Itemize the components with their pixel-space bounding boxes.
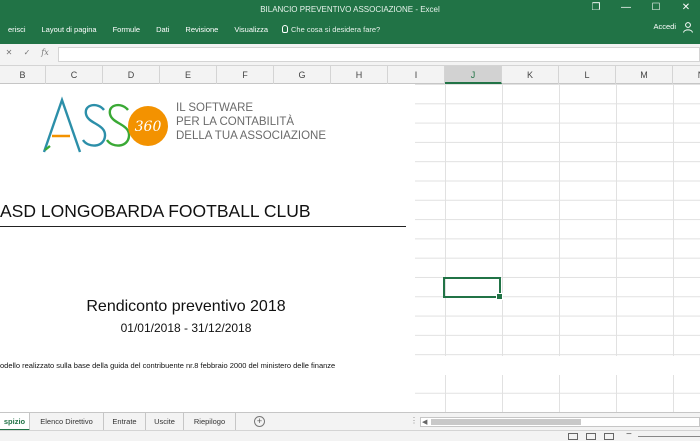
window-controls: ❐ — ☐ ✕ — [588, 2, 694, 13]
more-options-icon[interactable]: ⋮ — [410, 416, 418, 425]
formula-input[interactable] — [58, 47, 700, 62]
zoom-slider[interactable] — [638, 436, 700, 437]
column-header-h[interactable]: H — [331, 66, 388, 84]
sign-in-link[interactable]: Accedi — [653, 22, 676, 31]
column-header-d[interactable]: D — [103, 66, 160, 84]
tab-visualizza[interactable]: Visualizza — [226, 25, 276, 34]
tagline-line: PER LA CONTABILITÀ — [176, 116, 295, 128]
minimize-icon[interactable]: — — [618, 2, 634, 13]
column-header-c[interactable]: C — [46, 66, 103, 84]
excel-window: BILANCIO PREVENTIVO ASSOCIAZIONE - Excel… — [0, 0, 700, 441]
scrollbar-thumb[interactable] — [431, 419, 581, 425]
zoom-out-icon[interactable]: − — [626, 429, 632, 440]
user-icon[interactable] — [682, 21, 694, 33]
lightbulb-icon — [282, 25, 288, 33]
tab-revisione[interactable]: Revisione — [177, 25, 226, 34]
active-cell-selection[interactable] — [443, 277, 503, 300]
tell-me-box[interactable]: Che cosa si desidera fare? — [276, 25, 380, 34]
tab-dati[interactable]: Dati — [148, 25, 177, 34]
tagline-line: IL SOFTWARE — [176, 102, 254, 114]
formula-bar: ✕ ✓ fx — [0, 44, 700, 66]
ribbon-tabs: erisci Layout di pagina Formule Dati Rev… — [0, 20, 380, 38]
document-period: 01/01/2018 - 31/12/2018 — [120, 321, 252, 335]
column-header-f[interactable]: F — [217, 66, 274, 84]
logo-badge-text: 360 — [135, 119, 162, 135]
sheet-tab-entrate[interactable]: Entrate — [104, 413, 146, 431]
horizontal-scrollbar[interactable]: ◀ — [420, 417, 700, 427]
add-sheet-button[interactable]: + — [254, 416, 265, 427]
confirm-entry-icon[interactable]: ✓ — [22, 48, 32, 57]
document-title: Rendiconto preventivo 2018 — [86, 298, 286, 315]
column-header-b[interactable]: B — [0, 66, 46, 84]
column-header-n[interactable]: N — [673, 66, 700, 84]
column-header-i[interactable]: I — [388, 66, 445, 84]
sheet-tab-elenco-direttivo[interactable]: Elenco Direttivo — [30, 413, 104, 431]
column-header-j[interactable]: J — [445, 66, 502, 84]
club-name: ASD LONGOBARDA FOOTBALL CLUB — [0, 201, 406, 227]
page-layout-view-icon[interactable] — [586, 433, 596, 440]
tab-formule[interactable]: Formule — [105, 25, 149, 34]
sheet-tab-uscite[interactable]: Uscite — [146, 413, 184, 431]
status-bar: − — [0, 429, 700, 441]
tell-me-label: Che cosa si desidera fare? — [291, 24, 381, 34]
column-header-g[interactable]: G — [274, 66, 331, 84]
normal-view-icon[interactable] — [568, 433, 578, 440]
logo-tagline: IL SOFTWARE PER LA CONTABILITÀ DELLA TUA… — [176, 101, 326, 143]
sheet-tab-bar: spizio Elenco Direttivo Entrate Uscite R… — [0, 412, 700, 431]
sheet-tab-riepilogo[interactable]: Riepilogo — [184, 413, 236, 431]
asso360-logo: 360 — [42, 96, 168, 153]
column-header-l[interactable]: L — [559, 66, 616, 84]
sheet-tab-frontespizio[interactable]: spizio — [0, 413, 30, 431]
maximize-icon[interactable]: ☐ — [648, 2, 664, 13]
ribbon-display-options-icon[interactable]: ❐ — [588, 2, 604, 13]
column-header-k[interactable]: K — [502, 66, 559, 84]
tab-layout-di-pagina[interactable]: Layout di pagina — [34, 25, 105, 34]
cancel-entry-icon[interactable]: ✕ — [4, 48, 14, 57]
tagline-line: DELLA TUA ASSOCIAZIONE — [176, 130, 326, 142]
source-note: odello realizzato sulla base della guida… — [0, 361, 336, 370]
close-icon[interactable]: ✕ — [678, 2, 694, 13]
page-break-view-icon[interactable] — [604, 433, 614, 440]
column-headers: BCDEFGHIJKLMN — [0, 66, 700, 84]
insert-function-icon[interactable]: fx — [40, 48, 50, 57]
title-bar: BILANCIO PREVENTIVO ASSOCIAZIONE - Excel… — [0, 0, 700, 44]
worksheet-grid[interactable]: 360 IL SOFTWARE PER LA CONTABILITÀ DELLA… — [0, 84, 700, 412]
column-header-m[interactable]: M — [616, 66, 673, 84]
column-header-e[interactable]: E — [160, 66, 217, 84]
scroll-left-icon[interactable]: ◀ — [422, 418, 427, 426]
tab-inserisci[interactable]: erisci — [0, 25, 34, 34]
formula-buttons: ✕ ✓ fx — [0, 48, 50, 57]
